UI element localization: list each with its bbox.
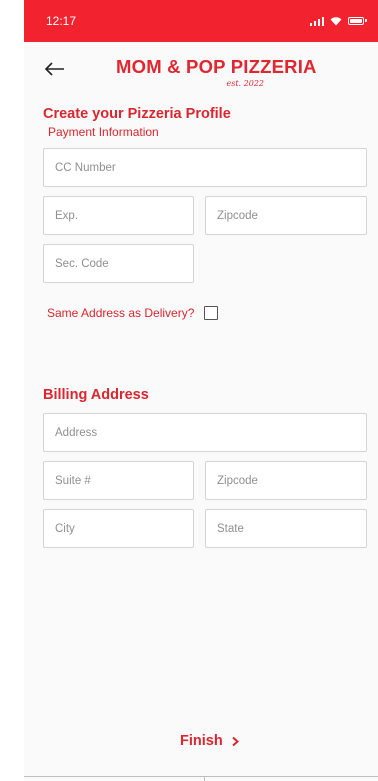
brand-subtitle: est. 2022	[226, 79, 265, 88]
same-address-row: Same Address as Delivery?	[47, 306, 219, 320]
cc-number-input[interactable]	[43, 148, 367, 187]
suite-input[interactable]	[43, 461, 194, 500]
payment-info-subtitle: Payment Information	[48, 125, 159, 139]
city-input[interactable]	[43, 509, 194, 548]
wifi-icon	[330, 17, 342, 26]
finish-label: Finish	[180, 733, 223, 749]
phone-screen: 12:17 MOM & POP PIZZERIA est. 2022 Creat…	[24, 0, 378, 781]
billing-address-input[interactable]	[43, 413, 367, 452]
header: MOM & POP PIZZERIA est. 2022	[24, 42, 378, 102]
status-icons	[309, 16, 367, 26]
same-address-label: Same Address as Delivery?	[47, 306, 195, 320]
billing-zipcode-input[interactable]	[205, 461, 367, 500]
profile-title: Create your Pizzeria Profile	[43, 106, 231, 122]
finish-button[interactable]: Finish	[180, 733, 240, 749]
signal-icon	[309, 16, 324, 26]
back-arrow-icon[interactable]	[44, 58, 70, 84]
same-address-checkbox[interactable]	[204, 306, 219, 320]
state-input[interactable]	[205, 509, 367, 548]
battery-icon	[348, 17, 367, 25]
billing-address-title: Billing Address	[43, 387, 149, 403]
brand-logo: MOM & POP PIZZERIA est. 2022	[116, 56, 317, 88]
exp-input[interactable]	[43, 196, 194, 235]
status-time: 12:17	[46, 14, 77, 28]
status-bar: 12:17	[24, 0, 378, 42]
brand-title: MOM & POP PIZZERIA	[116, 56, 317, 77]
payment-zipcode-input[interactable]	[205, 196, 367, 235]
bottom-bar	[24, 776, 378, 781]
sec-code-input[interactable]	[43, 244, 194, 283]
chevron-right-icon	[232, 736, 239, 746]
